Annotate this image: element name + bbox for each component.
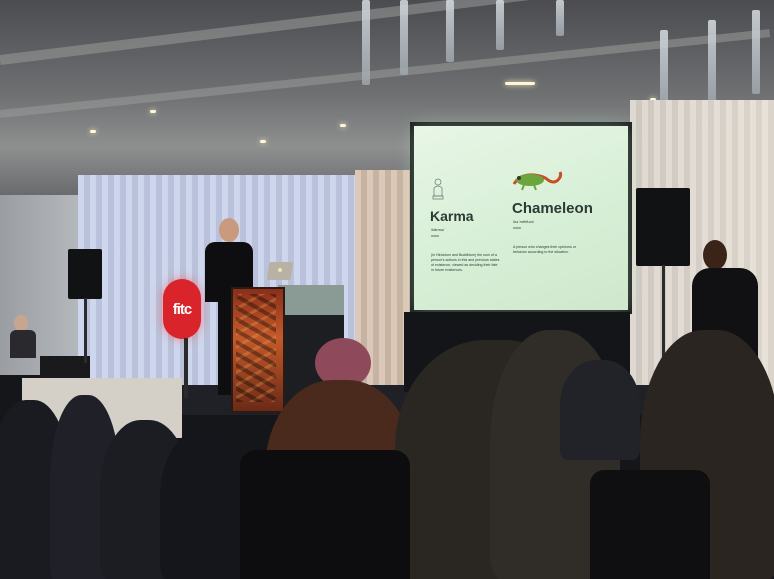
conference-scene: fitc Karma /kärmə/ noun (in Hinduism and… xyxy=(0,0,774,579)
laptop-on-table xyxy=(40,356,90,378)
logo-sign-pole xyxy=(184,338,188,398)
slide-word-chameleon: Chameleon xyxy=(512,200,593,217)
speaker-stand xyxy=(662,265,665,365)
audience-member xyxy=(560,360,640,460)
ceiling-light xyxy=(340,124,346,127)
slide-pronunciation-chameleon: /kəˈmēlēən/ xyxy=(513,219,534,224)
slide-definition-karma: (in Hinduism and Buddhism) the sum of a … xyxy=(431,253,500,272)
pendant-light xyxy=(660,30,668,110)
ceiling-light xyxy=(150,110,156,113)
audience-member xyxy=(160,430,250,579)
chair-back xyxy=(590,470,710,579)
seated-person-head xyxy=(14,315,28,331)
ceiling-light xyxy=(505,82,535,85)
pendant-light xyxy=(752,10,760,94)
slide-pos-karma: noun xyxy=(431,234,439,238)
slide-word-karma: Karma xyxy=(430,208,474,224)
standing-person-head xyxy=(703,240,727,270)
chameleon-icon xyxy=(512,171,563,191)
slide-definition-chameleon: A person who changes their opinions or b… xyxy=(513,245,576,254)
pa-speaker-left xyxy=(68,249,102,299)
presenter-head xyxy=(219,218,239,242)
slide-pos-chameleon: noun xyxy=(513,226,521,230)
pendant-light xyxy=(362,0,370,85)
fitc-logo-sign: fitc xyxy=(163,279,201,339)
laptop-logo-icon xyxy=(278,268,282,272)
pa-speaker-right xyxy=(636,188,690,266)
ceiling-light xyxy=(260,140,266,143)
speaker-stand xyxy=(84,298,87,363)
pendant-light xyxy=(400,0,408,75)
pendant-light xyxy=(496,0,504,50)
podium-pattern xyxy=(236,294,276,402)
chair-back xyxy=(240,450,410,579)
pendant-light xyxy=(556,0,564,36)
projector-screen: Karma /kärmə/ noun (in Hinduism and Budd… xyxy=(414,126,628,310)
buddha-statue-icon xyxy=(432,178,444,200)
logo-text: fitc xyxy=(172,300,192,318)
ceiling-light xyxy=(90,130,96,133)
slide-pronunciation-karma: /kärmə/ xyxy=(431,227,445,232)
pendant-light xyxy=(446,0,454,62)
pendant-light xyxy=(708,20,716,102)
seated-person xyxy=(10,330,36,358)
